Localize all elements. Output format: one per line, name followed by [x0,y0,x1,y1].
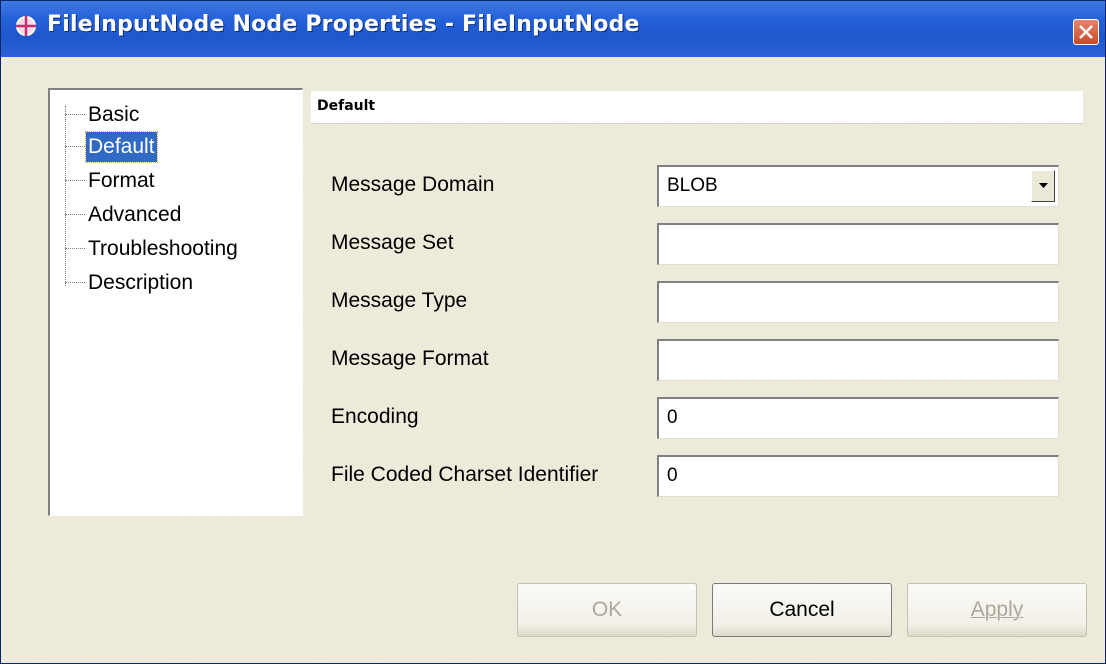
category-tree: Basic Default Format Advanced Troublesho… [48,88,303,516]
close-icon [1079,25,1093,39]
tree-item-label: Basic [88,103,140,126]
close-button[interactable] [1073,19,1099,45]
cancel-button[interactable]: Cancel [712,583,892,637]
message-format-input[interactable] [657,339,1059,381]
message-domain-dropdown[interactable]: BLOB [657,165,1059,207]
tree-item-label: Format [88,169,155,192]
chevron-down-icon [1039,183,1048,188]
tree-item-label: Troubleshooting [88,237,238,260]
message-domain-value: BLOB [667,175,718,196]
tree-item-label: Default [85,131,158,163]
message-type-label: Message Type [331,289,468,312]
message-domain-label: Message Domain [331,173,495,196]
cancel-button-label: Cancel [769,598,835,621]
title-bar[interactable]: FileInputNode Node Properties - FileInpu… [1,1,1105,57]
apply-button-label: Apply [970,598,1024,621]
window-title: FileInputNode Node Properties - FileInpu… [47,12,640,37]
node-crosshair-icon [16,16,36,36]
file-coded-charset-input[interactable]: 0 [657,455,1059,497]
tree-item-label: Description [88,271,194,294]
encoding-label: Encoding [331,405,419,428]
encoding-input[interactable]: 0 [657,397,1059,439]
properties-dialog: FileInputNode Node Properties - FileInpu… [0,0,1106,664]
tree-item-label: Advanced [88,203,182,226]
message-format-label: Message Format [331,347,489,370]
message-set-input[interactable] [657,223,1059,265]
message-set-label: Message Set [331,231,454,254]
tree-connector-line [65,106,66,286]
file-coded-charset-label: File Coded Charset Identifier [331,463,599,486]
ok-button[interactable]: OK [517,583,697,637]
apply-button[interactable]: Apply [907,583,1087,637]
message-type-input[interactable] [657,281,1059,323]
section-title: Default [317,98,376,114]
dropdown-button[interactable] [1031,170,1055,202]
section-header: Default [311,91,1083,124]
ok-button-label: OK [591,598,623,621]
